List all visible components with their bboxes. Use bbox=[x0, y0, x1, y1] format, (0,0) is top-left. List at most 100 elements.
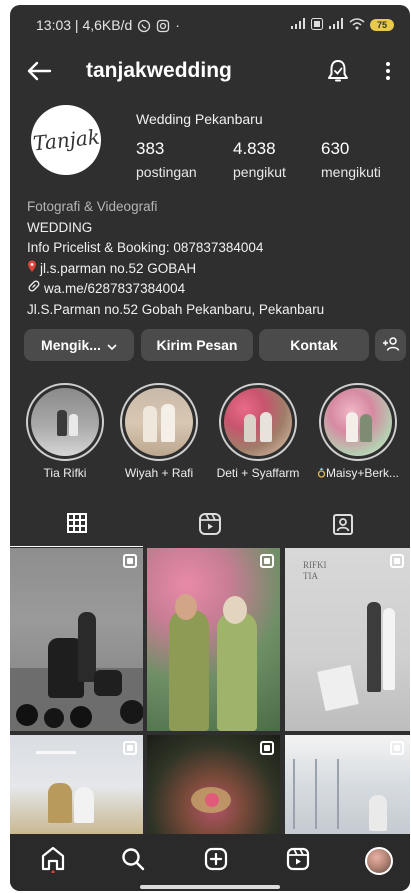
instagram-status-icon bbox=[156, 19, 170, 33]
tab-reels[interactable] bbox=[143, 505, 276, 547]
profile-avatar[interactable]: Tanjak bbox=[31, 105, 101, 175]
profile-action-buttons: Mengik... Kirim Pesan Kontak bbox=[24, 329, 406, 363]
reels-icon bbox=[198, 512, 222, 541]
stat-followers-label: pengikut bbox=[233, 164, 286, 180]
highlight-ring bbox=[26, 383, 104, 461]
posts-grid: RIFKI TIA bbox=[10, 548, 410, 838]
highlight-label: Deti + Syaffarm bbox=[216, 466, 300, 480]
highlight-label: Maisy+Berk... bbox=[310, 466, 406, 480]
status-dot-icon: · bbox=[175, 17, 180, 33]
bottom-navigation bbox=[10, 834, 410, 891]
nav-search[interactable] bbox=[116, 844, 150, 878]
nav-home[interactable] bbox=[36, 844, 70, 878]
highlight-thumbnail bbox=[125, 388, 193, 456]
volte-icon bbox=[311, 17, 323, 33]
tagged-person-icon bbox=[331, 512, 355, 541]
highlight-thumbnail bbox=[324, 388, 392, 456]
multiple-photos-icon bbox=[123, 741, 137, 755]
profile-avatar-icon bbox=[365, 847, 393, 875]
more-options-icon[interactable] bbox=[376, 57, 400, 85]
link-icon bbox=[27, 279, 41, 300]
wifi-icon bbox=[349, 17, 365, 33]
bio-line-wedding: WEDDING bbox=[27, 219, 93, 235]
following-button-label: Mengik... bbox=[41, 337, 101, 353]
stat-followers[interactable]: 4.838 pengikut bbox=[233, 139, 286, 180]
post-thumbnail[interactable] bbox=[147, 548, 280, 731]
nav-reels[interactable] bbox=[281, 844, 315, 878]
profile-category: Wedding Pekanbaru bbox=[136, 111, 263, 127]
highlight-ring bbox=[319, 383, 397, 461]
ring-emoji-icon bbox=[317, 467, 326, 478]
post-thumbnail[interactable]: RIFKI TIA bbox=[285, 548, 410, 731]
post-overlay-text: RIFKI TIA bbox=[303, 560, 327, 581]
stat-posts-label: postingan bbox=[136, 164, 197, 180]
message-button[interactable]: Kirim Pesan bbox=[141, 329, 253, 361]
stat-following-value: 630 bbox=[321, 139, 350, 158]
status-time: 13:03 | 4,6KB/d bbox=[36, 17, 133, 33]
contact-button-label: Kontak bbox=[290, 337, 338, 353]
bio-address-text: jl.s.parman no.52 GOBAH bbox=[40, 260, 197, 276]
home-icon bbox=[40, 845, 66, 878]
stat-following-label: mengikuti bbox=[321, 164, 381, 180]
bio-category-label: Fotografi & Videografi bbox=[27, 199, 158, 214]
bio-line-booking: Info Pricelist & Booking: 087837384004 bbox=[27, 240, 264, 255]
grid-icon bbox=[66, 512, 88, 539]
highlight-item[interactable]: Wiyah + Rafi bbox=[116, 383, 202, 480]
signal-icon bbox=[290, 17, 306, 33]
app-screen: 13:03 | 4,6KB/d · 75 tanjakwedding Tanja… bbox=[10, 5, 410, 891]
add-person-button[interactable] bbox=[375, 329, 406, 361]
tab-posts-grid[interactable] bbox=[10, 505, 143, 547]
status-bar: 13:03 | 4,6KB/d · 75 bbox=[10, 5, 410, 45]
create-post-icon bbox=[204, 847, 228, 876]
tab-tagged[interactable] bbox=[276, 505, 410, 547]
following-button[interactable]: Mengik... bbox=[24, 329, 134, 361]
profile-tabs bbox=[10, 505, 410, 547]
multiple-photos-icon bbox=[260, 741, 274, 755]
add-person-icon bbox=[382, 336, 400, 354]
profile-username: tanjakwedding bbox=[86, 59, 232, 82]
stat-posts-value: 383 bbox=[136, 139, 165, 158]
post-thumbnail[interactable] bbox=[147, 735, 280, 838]
location-pin-icon bbox=[27, 259, 37, 280]
contact-button[interactable]: Kontak bbox=[259, 329, 369, 361]
chevron-down-icon bbox=[107, 337, 117, 353]
back-arrow-icon[interactable] bbox=[24, 57, 54, 85]
nav-profile[interactable] bbox=[362, 844, 396, 878]
stat-followers-value: 4.838 bbox=[233, 139, 276, 158]
reels-nav-icon bbox=[286, 847, 310, 876]
highlight-thumbnail bbox=[224, 388, 292, 456]
post-thumbnail[interactable] bbox=[10, 735, 143, 838]
bio-line-address-short: jl.s.parman no.52 GOBAH bbox=[27, 259, 403, 280]
highlight-thumbnail bbox=[31, 388, 99, 456]
bio-link-text[interactable]: wa.me/6287837384004 bbox=[44, 279, 185, 300]
search-icon bbox=[121, 847, 145, 876]
nav-create[interactable] bbox=[199, 844, 233, 878]
highlight-label-text: Maisy+Berk... bbox=[325, 466, 400, 480]
highlight-item[interactable]: Maisy+Berk... bbox=[310, 383, 406, 480]
multiple-photos-icon bbox=[390, 554, 404, 568]
highlight-label: Wiyah + Rafi bbox=[124, 466, 194, 480]
post-thumbnail[interactable] bbox=[10, 548, 143, 731]
highlight-item[interactable]: Deti + Syaffarm bbox=[212, 383, 304, 480]
multiple-photos-icon bbox=[390, 741, 404, 755]
stat-posts[interactable]: 383 postingan bbox=[136, 139, 197, 180]
profile-bio: Fotografi & Videografi WEDDING Info Pric… bbox=[27, 197, 403, 320]
post-thumbnail[interactable] bbox=[285, 735, 410, 838]
whatsapp-icon bbox=[137, 19, 151, 33]
multiple-photos-icon bbox=[260, 554, 274, 568]
profile-header: tanjakwedding bbox=[10, 49, 410, 93]
highlight-ring bbox=[219, 383, 297, 461]
bio-business-address[interactable]: Jl.S.Parman no.52 Gobah Pekanbaru, Pekan… bbox=[27, 300, 403, 321]
highlight-ring bbox=[120, 383, 198, 461]
notification-bell-icon[interactable] bbox=[324, 57, 352, 85]
signal-4g-icon bbox=[328, 17, 344, 33]
highlight-label: Tia Rifki bbox=[43, 466, 87, 480]
multiple-photos-icon bbox=[123, 554, 137, 568]
battery-icon: 75 bbox=[370, 19, 394, 31]
bio-link[interactable]: wa.me/6287837384004 bbox=[27, 279, 403, 300]
message-button-label: Kirim Pesan bbox=[156, 337, 238, 353]
stat-following[interactable]: 630 mengikuti bbox=[321, 139, 381, 180]
highlight-item[interactable]: Tia Rifki bbox=[22, 383, 108, 480]
home-indicator[interactable] bbox=[140, 885, 280, 889]
avatar-logo-text: Tanjak bbox=[31, 124, 101, 156]
